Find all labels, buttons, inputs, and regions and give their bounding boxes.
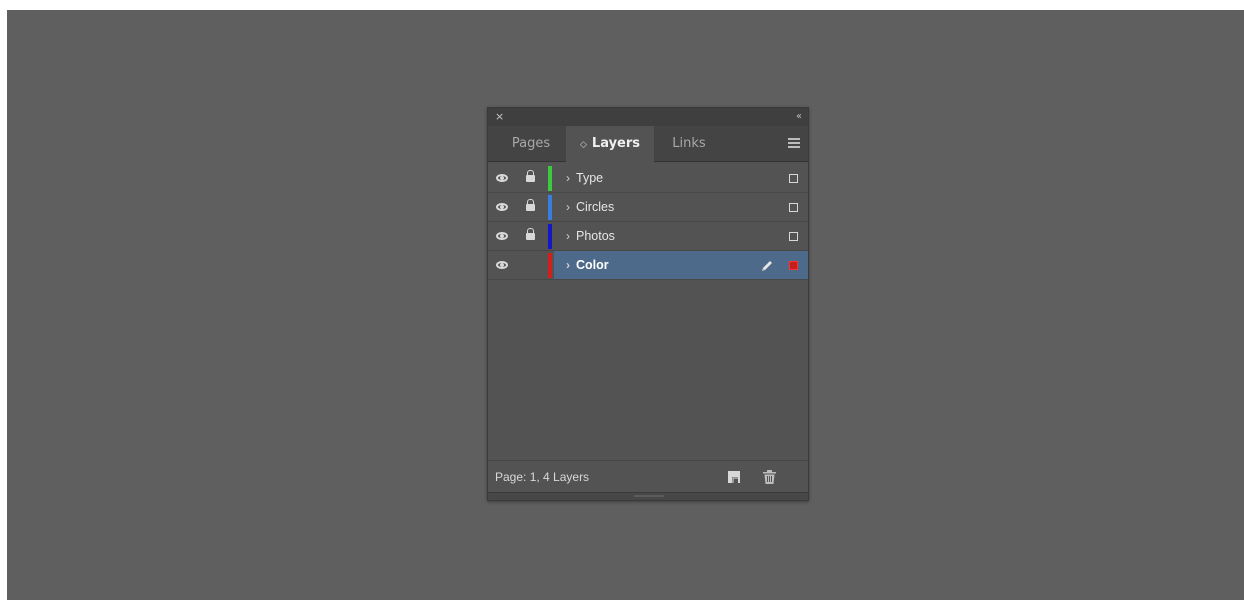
tab-pages-label: Pages <box>511 136 551 151</box>
layer-name-cell[interactable]: › Photos <box>554 222 808 250</box>
layer-name-text: Type <box>576 171 604 185</box>
layer-color-swatch <box>548 166 552 191</box>
eye-icon[interactable] <box>496 261 508 269</box>
layer-name-text: Color <box>576 258 609 272</box>
layer-color-swatch <box>548 253 552 278</box>
lock-icon[interactable] <box>526 199 535 211</box>
layer-row-photos[interactable]: › Photos <box>488 222 808 251</box>
layer-name-cell[interactable]: › Type <box>554 164 808 192</box>
layer-name: › Color <box>566 251 609 280</box>
layer-row-color[interactable]: › Color <box>488 251 808 280</box>
visibility-toggle[interactable] <box>488 222 516 250</box>
collapse-panel-icon[interactable]: ‹‹ <box>796 110 802 124</box>
chevron-right-icon[interactable]: › <box>566 222 570 251</box>
tab-layers[interactable]: ◇ Layers <box>566 126 654 162</box>
lock-icon[interactable] <box>526 228 535 240</box>
chevron-right-icon[interactable]: › <box>566 164 570 193</box>
layer-row-type[interactable]: › Type <box>488 164 808 193</box>
layer-color-swatch <box>548 224 552 249</box>
close-icon[interactable]: × <box>495 110 504 124</box>
target-square-icon[interactable] <box>789 232 798 241</box>
visibility-toggle[interactable] <box>488 251 516 279</box>
layer-row-circles[interactable]: › Circles <box>488 193 808 222</box>
visibility-toggle[interactable] <box>488 164 516 192</box>
tab-sort-arrows-icon: ◇ <box>579 140 587 150</box>
layers-panel: × ‹‹ Pages ◇ Layers Links › Type › Circl… <box>487 107 809 501</box>
tab-layers-label: Layers <box>591 136 641 151</box>
tab-pages[interactable]: Pages <box>496 126 566 162</box>
lock-toggle[interactable] <box>516 193 546 221</box>
eye-icon[interactable] <box>496 203 508 211</box>
eye-icon[interactable] <box>496 174 508 182</box>
panel-titlebar[interactable]: × ‹‹ <box>488 108 808 126</box>
tab-links-label: Links <box>672 136 706 151</box>
hamburger-menu-icon[interactable] <box>788 138 800 148</box>
target-square-icon[interactable] <box>789 174 798 183</box>
lock-toggle[interactable] <box>516 222 546 250</box>
panel-tabbar: Pages ◇ Layers Links <box>488 126 808 162</box>
chevron-right-icon[interactable]: › <box>566 251 570 280</box>
workspace-background: × ‹‹ Pages ◇ Layers Links › Type › Circl… <box>7 10 1244 600</box>
layer-name-text: Photos <box>576 229 615 243</box>
lock-icon[interactable] <box>526 170 535 182</box>
lock-toggle[interactable] <box>516 251 546 279</box>
tab-links[interactable]: Links <box>654 126 724 162</box>
eye-icon[interactable] <box>496 232 508 240</box>
layer-status-text: Page: 1, 4 Layers <box>495 470 590 484</box>
pen-icon <box>762 261 772 271</box>
layer-color-swatch <box>548 195 552 220</box>
target-square-icon[interactable] <box>789 203 798 212</box>
new-layer-icon[interactable] <box>728 471 740 483</box>
layer-name: › Photos <box>566 222 615 251</box>
trash-icon[interactable] <box>763 470 776 484</box>
layer-name-cell[interactable]: › Color <box>554 251 808 279</box>
layer-name-text: Circles <box>576 200 615 214</box>
visibility-toggle[interactable] <box>488 193 516 221</box>
layer-list: › Type › Circles › Photos › Color <box>488 164 808 280</box>
panel-resize-grip[interactable] <box>488 492 808 500</box>
layer-name-cell[interactable]: › Circles <box>554 193 808 221</box>
chevron-right-icon[interactable]: › <box>566 193 570 222</box>
layer-name: › Type <box>566 164 603 193</box>
target-square-icon[interactable] <box>789 261 798 270</box>
layer-name: › Circles <box>566 193 614 222</box>
lock-toggle[interactable] <box>516 164 546 192</box>
panel-footer: Page: 1, 4 Layers <box>488 460 808 492</box>
